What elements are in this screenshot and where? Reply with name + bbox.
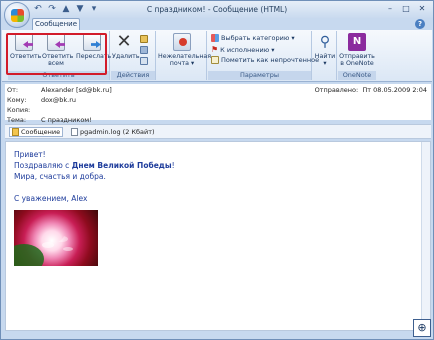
office-logo-icon (11, 9, 24, 22)
maximize-icon[interactable]: □ (399, 3, 413, 14)
window-controls: – □ ✕ (383, 3, 429, 14)
file-icon (71, 128, 78, 136)
group-actions: ✕ Удалить Действия (111, 31, 156, 80)
mark-unread-button[interactable]: Пометить как непрочтенное (211, 56, 319, 64)
group-junk: Нежелательная почта ▾ (157, 31, 211, 80)
other-actions-icon[interactable] (140, 57, 148, 65)
message-text: Привет! Поздравляю с Днем Великой Победы… (14, 150, 175, 203)
onenote-icon: N (348, 33, 366, 51)
flag-icon: ⚑ (211, 45, 219, 54)
rules-icon[interactable] (140, 46, 148, 54)
move-to-folder-icon[interactable] (140, 35, 148, 43)
vertical-scrollbar[interactable] (421, 142, 430, 330)
group-label-onenote: OneNote (338, 71, 376, 80)
delete-button[interactable]: ✕ Удалить (112, 31, 140, 69)
minimize-icon[interactable]: – (383, 3, 397, 14)
help-icon[interactable]: ? (415, 19, 425, 29)
message-headers: От: Alexander [sd@bk.ru] Отправлено: Пт … (5, 84, 431, 124)
header-from: От: Alexander [sd@bk.ru] (7, 86, 112, 94)
envelope-icon (12, 128, 19, 136)
greeting-line: Поздравляю с Днем Великой Победы! (14, 161, 175, 170)
highlight-frame (6, 33, 107, 75)
message-body[interactable]: Привет! Поздравляю с Днем Великой Победы… (5, 141, 431, 331)
close-icon[interactable]: ✕ (415, 3, 429, 14)
categorize-button[interactable]: Выбрать категорию ▾ (211, 34, 295, 42)
rose-image (14, 210, 98, 266)
title-bar: ↶ ↷ ▲ ▼ ▾ С праздником! - Сообщение (HTM… (1, 1, 433, 28)
attachments-bar: Сообщение pgadmin.log (2 Кбайт) (5, 124, 431, 139)
zoom-icon[interactable]: ⊕ (413, 319, 431, 337)
delete-x-icon: ✕ (116, 31, 132, 52)
header-to: Кому: dox@bk.ru (7, 96, 76, 104)
attachment-file[interactable]: pgadmin.log (2 Кбайт) (69, 127, 157, 137)
ribbon-tabs: Сообщение ? (1, 18, 433, 30)
group-options: Выбрать категорию ▾ ⚑ К исполнению ▾ Пом… (208, 31, 319, 80)
junk-mail-button[interactable]: Нежелательная почта ▾ (158, 33, 211, 69)
binoculars-icon: ⚲ (319, 34, 331, 50)
group-find: ⚲ Найти ▾ (313, 31, 337, 80)
window-title: С праздником! - Сообщение (HTML) (146, 5, 288, 14)
envelope-icon (211, 56, 219, 64)
find-button[interactable]: ⚲ Найти ▾ (313, 33, 337, 69)
header-sent: Отправлено: Пт 08.05.2009 2:04 (314, 86, 427, 94)
categorize-icon (211, 34, 219, 42)
header-cc: Копия: (7, 106, 31, 114)
office-button[interactable] (4, 2, 30, 28)
tab-message[interactable]: Сообщение (32, 18, 80, 30)
group-onenote: N Отправить в OneNote OneNote (338, 31, 376, 80)
group-label-actions: Действия (111, 71, 155, 80)
attachment-message[interactable]: Сообщение (9, 127, 64, 137)
junk-mail-icon (173, 33, 191, 51)
group-label-options: Параметры (208, 71, 311, 80)
followup-button[interactable]: ⚑ К исполнению ▾ (211, 45, 275, 54)
outlook-message-window: ↶ ↷ ▲ ▼ ▾ С праздником! - Сообщение (HTM… (0, 0, 434, 340)
send-to-onenote-button[interactable]: N Отправить в OneNote (339, 33, 375, 69)
